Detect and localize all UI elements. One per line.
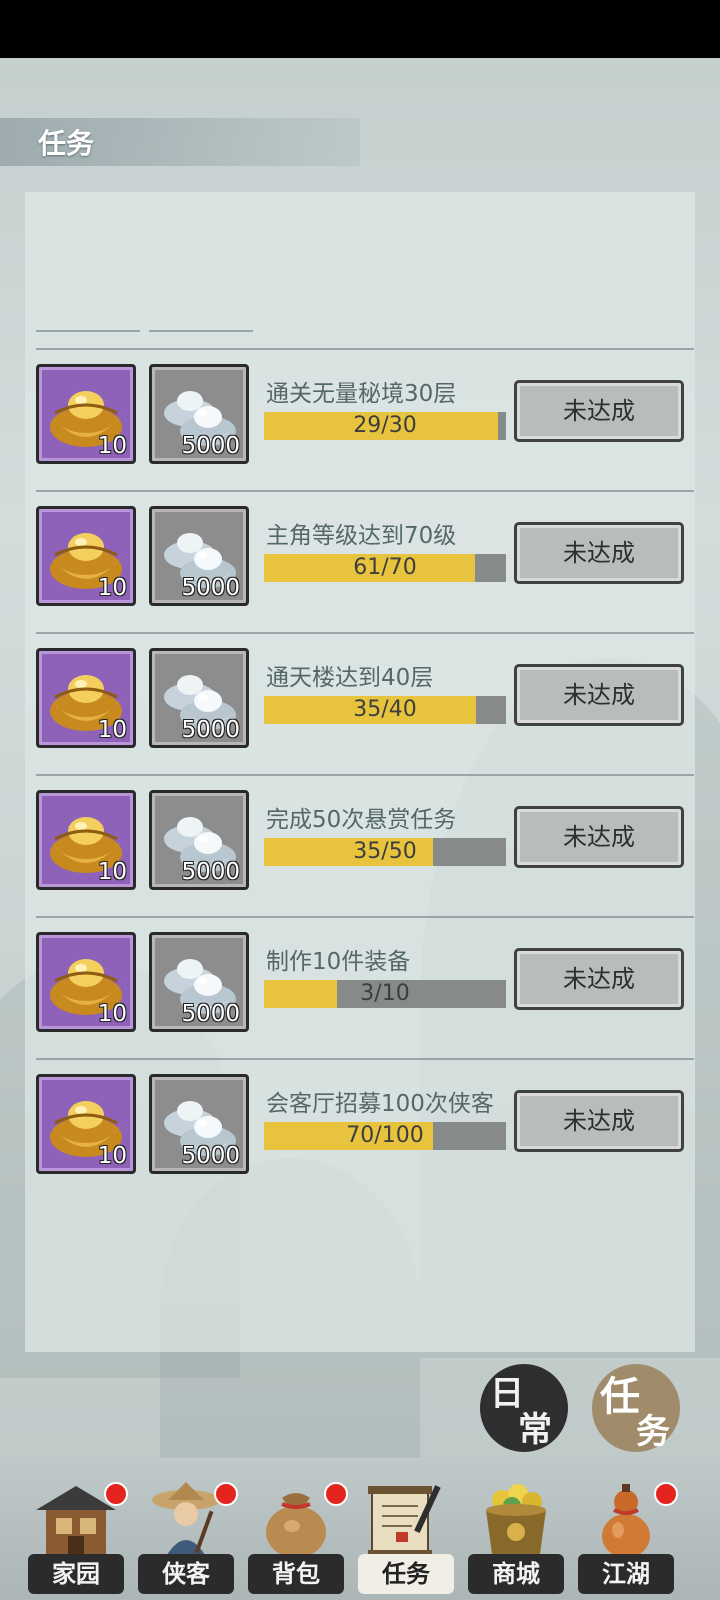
gold-ingot-reward[interactable]: 10 [36,506,136,606]
claim-button[interactable]: 未达成 [514,948,684,1010]
claim-button[interactable]: 未达成 [514,522,684,584]
progress-text: 29/30 [353,413,417,438]
gold-quantity: 10 [97,1001,127,1027]
gold-quantity: 10 [97,859,127,885]
task-name: 主角等级达到70级 [266,523,457,549]
claim-button[interactable]: 未达成 [514,806,684,868]
nav-label: 侠客 [138,1554,234,1594]
tab-underline-2[interactable] [149,330,253,332]
progress-text: 70/100 [346,1123,424,1148]
daily-char-2: 常 [518,1410,552,1450]
nav-item-3[interactable]: 任务 [352,1460,460,1600]
progress-text: 61/70 [353,555,417,580]
nav-item-5[interactable]: 江湖 [572,1460,680,1600]
page-title: 任务 [38,127,95,160]
silver-quantity: 5000 [181,717,240,743]
claim-button[interactable]: 未达成 [514,380,684,442]
progress-text: 35/40 [353,697,417,722]
progress-bar: 29/30 [264,412,506,440]
task-name: 制作10件装备 [266,949,411,975]
daily-tab-button[interactable]: 日 常 [480,1364,568,1452]
nav-item-0[interactable]: 家园 [22,1460,130,1600]
gold-quantity: 10 [97,1143,127,1169]
task-name: 会客厅招募100次侠客 [266,1091,494,1117]
task-tab-button[interactable]: 任 务 [592,1364,680,1452]
gold-quantity: 10 [97,575,127,601]
silver-quantity: 5000 [181,575,240,601]
status-bar [0,0,720,58]
nav-label: 家园 [28,1554,124,1594]
claim-button[interactable]: 未达成 [514,1090,684,1152]
progress-text: 35/50 [353,839,417,864]
notification-badge [104,1482,128,1506]
task-char-2: 务 [636,1412,670,1452]
task-row: 10 5000 通关无量秘境30层 29/30 未达成 [0,350,720,464]
claim-button[interactable]: 未达成 [514,664,684,726]
gold-ingot-reward[interactable]: 10 [36,932,136,1032]
silver-quantity: 5000 [181,1001,240,1027]
gold-ingot-reward[interactable]: 10 [36,364,136,464]
task-row: 10 5000 主角等级达到70级 61/70 未达成 [0,492,720,606]
progress-text: 3/10 [360,981,410,1006]
progress-bar: 35/50 [264,838,506,866]
task-name: 通关无量秘境30层 [266,381,457,407]
silver-ingot-reward[interactable]: 5000 [149,932,249,1032]
nav-item-2[interactable]: 背包 [242,1460,350,1600]
notification-badge [654,1482,678,1506]
notification-badge [324,1482,348,1506]
gold-ingot-reward[interactable]: 10 [36,790,136,890]
silver-ingot-reward[interactable]: 5000 [149,1074,249,1174]
task-char-1: 任 [600,1373,640,1420]
task-row: 10 5000 通天楼达到40层 35/40 未达成 [0,634,720,748]
silver-ingot-reward[interactable]: 5000 [149,364,249,464]
nav-item-1[interactable]: 侠客 [132,1460,240,1600]
gold-quantity: 10 [97,717,127,743]
silver-ingot-reward[interactable]: 5000 [149,790,249,890]
nav-item-4[interactable]: 商城 [462,1460,570,1600]
gold-quantity: 10 [97,433,127,459]
silver-quantity: 5000 [181,433,240,459]
silver-ingot-reward[interactable]: 5000 [149,648,249,748]
silver-quantity: 5000 [181,1143,240,1169]
nav-label: 任务 [358,1554,454,1594]
silver-quantity: 5000 [181,859,240,885]
notification-badge [214,1482,238,1506]
task-row: 10 5000 会客厅招募100次侠客 70/100 未达成 [0,1060,720,1174]
bottom-nav: 家园 侠客 背包 任务 商城 江湖 [0,1460,720,1600]
tab-underline-1[interactable] [36,330,140,332]
silver-ingot-reward[interactable]: 5000 [149,506,249,606]
task-row: 10 5000 完成50次悬赏任务 35/50 未达成 [0,776,720,890]
progress-bar: 3/10 [264,980,506,1008]
nav-label: 江湖 [578,1554,674,1594]
task-row: 10 5000 制作10件装备 3/10 未达成 [0,918,720,1032]
task-name: 完成50次悬赏任务 [266,807,457,833]
gold-ingot-reward[interactable]: 10 [36,648,136,748]
gold-ingot-reward[interactable]: 10 [36,1074,136,1174]
task-name: 通天楼达到40层 [266,665,434,691]
nav-label: 商城 [468,1554,564,1594]
progress-bar: 35/40 [264,696,506,724]
nav-label: 背包 [248,1554,344,1594]
progress-bar: 61/70 [264,554,506,582]
progress-bar: 70/100 [264,1122,506,1150]
